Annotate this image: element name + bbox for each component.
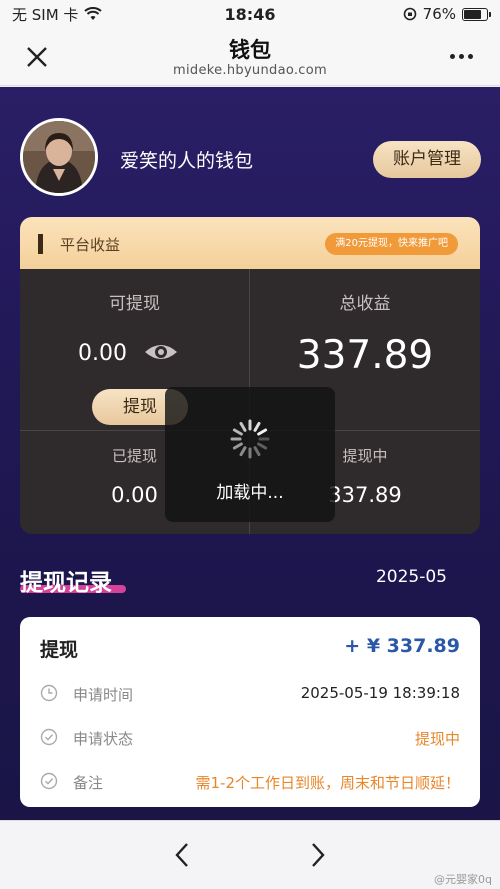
spinner-tick (257, 428, 268, 436)
loading-text: 加载中... (216, 483, 284, 503)
wifi-icon (84, 7, 103, 20)
battery-icon (462, 7, 491, 21)
watermark: @元婴家0q (434, 873, 492, 886)
earnings-card-header: 平台收益 满20元提现，快来推广吧 (20, 217, 480, 269)
spinner-tick (232, 442, 243, 450)
account-management-button[interactable]: 账户管理 (373, 141, 481, 178)
note-label: 备注 (73, 774, 104, 792)
earnings-header-title: 平台收益 (60, 236, 121, 254)
records-title: 提现记录 (20, 570, 112, 596)
avatar[interactable] (20, 118, 98, 196)
status-bar: 无 SIM 卡 18:46 76% (0, 0, 500, 28)
record-amount: + ¥ 337.89 (344, 635, 460, 657)
total-earnings-label: 总收益 (339, 294, 391, 314)
loading-spinner-icon (230, 419, 270, 459)
note-value: 需1-2个工作日到账，周末和节日顺延！ (195, 774, 460, 792)
forward-arrow-icon[interactable] (306, 841, 330, 869)
apply-status-value: 提现中 (414, 730, 460, 748)
spinner-tick (239, 446, 247, 457)
loading-overlay: 加载中... (165, 387, 335, 522)
total-earnings-value: 337.89 (296, 333, 434, 378)
back-arrow-icon[interactable] (170, 841, 194, 869)
clock-icon (40, 684, 58, 702)
bottom-toolbar: @元婴家0q (0, 820, 500, 889)
apply-time-label: 申请时间 (73, 686, 134, 704)
wallet-name: 爱笑的人的钱包 (120, 150, 254, 172)
record-card[interactable]: 提现 + ¥ 337.89 申请时间 2025-05-19 18:39:18 申… (20, 617, 480, 807)
page-url: mideke.hbyundao.com (173, 63, 327, 78)
battery-percent: 76% (422, 5, 456, 23)
status-right: 76% (318, 5, 491, 23)
nav-bar: 钱包 mideke.hbyundao.com (0, 28, 500, 86)
status-left: 无 SIM 卡 (12, 4, 182, 25)
battery-level-fill (464, 9, 481, 19)
promo-badge[interactable]: 满20元提现，快来推广吧 (325, 233, 458, 255)
withdrawable-value: 0.00 (78, 341, 127, 366)
spinner-tick (232, 428, 243, 436)
status-time: 18:46 (224, 4, 276, 24)
carrier-label: 无 SIM 卡 (12, 5, 79, 24)
spinner-tick (257, 442, 268, 450)
spinner-tick (253, 446, 261, 457)
note-icon (40, 772, 58, 790)
check-circle-icon (40, 728, 58, 746)
spinner-tick (253, 421, 261, 432)
header-marker (38, 234, 43, 254)
orientation-lock-icon (403, 7, 416, 21)
page-title: 钱包 (229, 38, 271, 62)
spinner-tick (239, 421, 247, 432)
records-period[interactable]: 2025-05 (376, 567, 447, 587)
avatar-image (23, 121, 95, 193)
apply-status-label: 申请状态 (73, 730, 134, 748)
more-options-icon[interactable] (450, 48, 476, 64)
record-type: 提现 (40, 639, 79, 661)
apply-time-value: 2025-05-19 18:39:18 (300, 684, 460, 702)
eye-icon[interactable] (144, 341, 178, 363)
withdrawable-label: 可提现 (109, 294, 160, 314)
